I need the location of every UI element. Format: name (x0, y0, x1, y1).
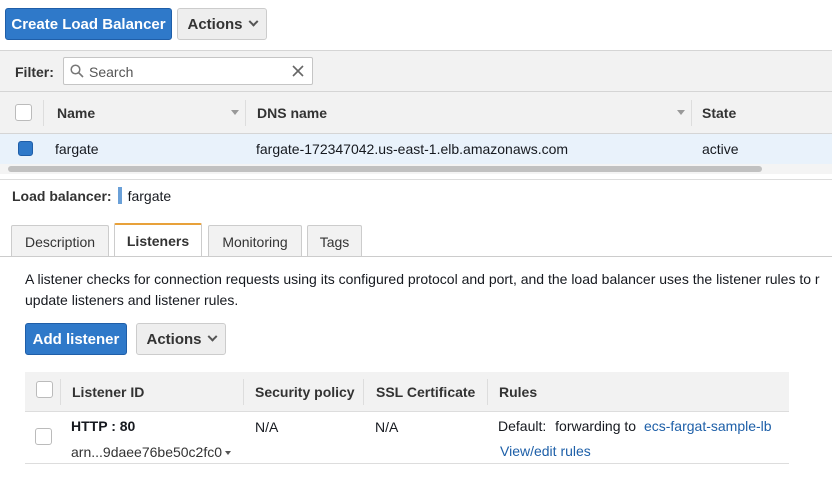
select-all-listeners-checkbox[interactable] (36, 381, 53, 398)
detail-lb-name: fargate (127, 187, 172, 204)
table-row[interactable]: HTTP : 80 arn...9daee76be50c2fc0 N/A N/A… (25, 412, 789, 464)
sort-caret-icon[interactable] (677, 110, 685, 115)
ssl-certificate-cell: N/A (375, 419, 399, 435)
detail-marker (117, 187, 122, 204)
tabs-divider (0, 256, 832, 257)
view-edit-rules-link[interactable]: View/edit rules (500, 443, 591, 459)
column-divider (43, 100, 44, 126)
sort-caret-icon[interactable] (231, 110, 239, 115)
listener-protocol-port: HTTP : 80 (71, 418, 136, 434)
column-header-security-policy[interactable]: Security policy (255, 384, 355, 400)
search-icon (70, 64, 84, 78)
rules-action-text: forwarding to (555, 418, 637, 434)
actions-label: Actions (146, 330, 202, 348)
listener-arn-text: arn...9daee76be50c2fc0 (71, 444, 223, 460)
actions-dropdown-button[interactable]: Actions (177, 8, 267, 40)
detail-pane-title: Load balancer: fargate (12, 187, 171, 204)
lb-state-cell: active (702, 141, 739, 157)
column-divider (245, 100, 246, 126)
rules-default: Default: forwarding to ecs-fargat-sample… (498, 418, 772, 434)
clear-search-icon[interactable] (290, 63, 306, 79)
listener-row-checkbox[interactable] (35, 428, 52, 445)
tab-listeners[interactable]: Listeners (114, 223, 202, 256)
scrollbar-thumb[interactable] (8, 166, 762, 172)
chevron-down-icon (248, 16, 258, 27)
actions-label: Actions (187, 15, 243, 33)
search-placeholder: Search (89, 64, 134, 80)
column-divider (60, 379, 61, 405)
listener-actions-button[interactable]: Actions (136, 323, 226, 355)
column-header-state[interactable]: State (702, 105, 736, 121)
column-header-ssl-certificate[interactable]: SSL Certificate (376, 384, 475, 400)
horizontal-scrollbar[interactable] (0, 164, 832, 174)
listener-arn[interactable]: arn...9daee76be50c2fc0 (71, 444, 232, 460)
filter-bar: Filter: Search (0, 50, 832, 92)
listeners-table-header: Listener ID Security policy SSL Certific… (25, 372, 789, 412)
column-header-name[interactable]: Name (57, 105, 95, 121)
search-input[interactable]: Search (63, 57, 313, 85)
column-divider (243, 379, 244, 405)
column-divider (691, 100, 692, 126)
column-header-listener-id[interactable]: Listener ID (72, 384, 144, 400)
create-load-balancer-button[interactable]: Create Load Balancer (5, 8, 172, 40)
select-all-checkbox[interactable] (15, 104, 32, 121)
rules-default-label: Default: (498, 418, 547, 434)
description-line: update listeners and listener rules. (25, 292, 239, 308)
add-listener-button[interactable]: Add listener (25, 323, 127, 355)
tab-description[interactable]: Description (11, 225, 109, 257)
listeners-description: A listener checks for connection request… (25, 269, 832, 311)
split-pane-divider[interactable] (0, 174, 832, 180)
column-divider (487, 379, 488, 405)
load-balancer-table-header: Name DNS name State (0, 92, 832, 134)
lb-dns-cell: fargate-172347042.us-east-1.elb.amazonaw… (256, 141, 569, 157)
tab-monitoring[interactable]: Monitoring (208, 225, 302, 257)
filter-label: Filter: (15, 64, 54, 80)
column-divider (363, 379, 364, 405)
lb-name-cell: fargate (55, 141, 99, 157)
column-header-dns-name[interactable]: DNS name (257, 105, 327, 121)
caret-down-icon (225, 451, 232, 456)
tab-tags[interactable]: Tags (307, 225, 362, 257)
table-row[interactable]: fargate fargate-172347042.us-east-1.elb.… (0, 134, 832, 164)
chevron-down-icon (207, 331, 217, 342)
description-line: A listener checks for connection request… (25, 271, 820, 287)
security-policy-cell: N/A (255, 419, 279, 435)
column-header-rules[interactable]: Rules (499, 384, 537, 400)
target-group-link[interactable]: ecs-fargat-sample-lb (644, 418, 772, 434)
row-checkbox[interactable] (18, 141, 33, 156)
detail-label: Load balancer: (12, 187, 112, 204)
